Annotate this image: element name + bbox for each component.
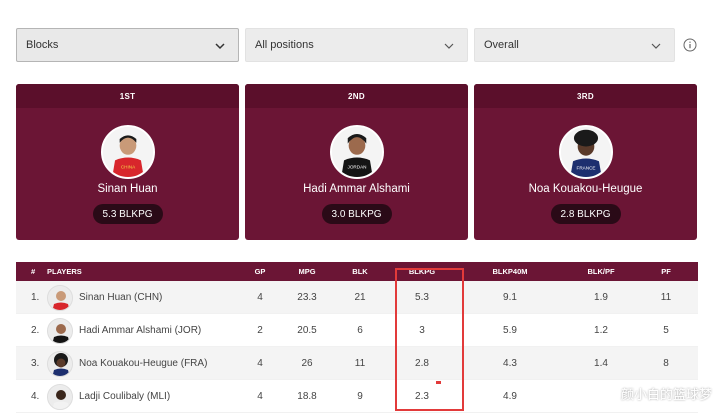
pf-cell: 8 [663,358,669,369]
mpg-cell: 18.8 [297,391,317,402]
col-rank: # [31,267,36,276]
position-select[interactable]: All positions [245,28,468,62]
col-mpg[interactable]: MPG [298,267,315,276]
svg-text:JORDAN: JORDAN [347,165,366,170]
blkpg-cell: 3 [419,325,425,336]
gp-cell: 4 [257,391,263,402]
svg-text:FRANCE: FRANCE [576,166,595,171]
svg-text:CHINA: CHINA [120,165,135,170]
avatar [47,384,73,410]
pf-cell: 5 [663,325,669,336]
blkp40m-cell: 4.3 [503,358,517,369]
scope-select-value: Overall [484,39,519,51]
chevron-down-icon [651,43,661,49]
scope-select[interactable]: Overall [474,28,675,62]
mpg-cell: 26 [301,358,313,369]
col-players[interactable]: PLAYERS [47,267,82,276]
stat-badge: 3.0 BLKPG [321,204,392,224]
col-blk[interactable]: BLK [352,267,367,276]
mpg-cell: 20.5 [297,325,317,336]
table-row[interactable]: 2. Hadi Ammar Alshami (JOR) 2 20.5 6 3 5… [16,314,698,347]
highlight-mark [436,381,441,384]
blkpf-cell: 1.9 [594,292,608,303]
stat-badge: 2.8 BLKPG [550,204,621,224]
col-blkpg[interactable]: BLKPG [409,267,435,276]
blkpg-cell: 5.3 [415,292,429,303]
table-row[interactable]: 3. Noa Kouakou-Heugue (FRA) 4 26 11 2.8 … [16,347,698,380]
rank-label: 3RD [474,84,697,108]
player-name: Sinan Huan [97,183,158,195]
blkp40m-cell: 5.9 [503,325,517,336]
player-link[interactable]: Sinan Huan (CHN) [79,292,162,303]
rank-cell: 3. [31,358,40,369]
col-gp[interactable]: GP [255,267,266,276]
player-name: Noa Kouakou-Heugue [528,183,643,195]
blkpg-cell: 2.3 [415,391,429,402]
blk-cell: 6 [357,325,363,336]
rank-label: 2ND [245,84,468,108]
player-link[interactable]: Ladji Coulibaly (MLI) [79,391,170,402]
avatar [47,285,73,311]
info-icon[interactable] [683,38,697,52]
rank-cell: 4. [31,391,40,402]
col-pf[interactable]: PF [661,267,671,276]
table-header: # PLAYERS GP MPG BLK BLKPG BLKP40M BLK/P… [16,262,698,281]
gp-cell: 4 [257,292,263,303]
stat-select[interactable]: Blocks [16,28,239,62]
gp-cell: 2 [257,325,263,336]
chevron-down-icon [215,43,225,50]
rank-cell: 1. [31,292,40,303]
watermark: 颜小白的篮球梦 [620,387,712,402]
pf-cell: 11 [660,292,672,303]
mpg-cell: 23.3 [297,292,317,303]
stats-table: # PLAYERS GP MPG BLK BLKPG BLKP40M BLK/P… [16,262,698,413]
col-blkp40m[interactable]: BLKP40M [492,267,527,276]
blkpf-cell: 1.4 [594,358,608,369]
player-name: Hadi Ammar Alshami [303,183,410,195]
player-link[interactable]: Hadi Ammar Alshami (JOR) [79,325,201,336]
blkp40m-cell: 4.9 [503,391,517,402]
rank-label: 1ST [16,84,239,108]
avatar: CHINA [100,125,155,179]
stat-select-value: Blocks [26,39,59,51]
col-blkpf[interactable]: BLK/PF [587,267,614,276]
podium-card-3rd[interactable]: 3RD FRANCE Noa Kouakou-Heugue 2.8 BLKPG [474,84,697,240]
stat-badge: 5.3 BLKPG [92,204,163,224]
blkp40m-cell: 9.1 [503,292,517,303]
filter-bar: Blocks All positions Overall [16,28,706,62]
blk-cell: 11 [354,358,366,369]
chevron-down-icon [444,43,454,49]
table-row[interactable]: 4. Ladji Coulibaly (MLI) 4 18.8 9 2.3 4.… [16,380,698,413]
blkpf-cell: 1.2 [594,325,608,336]
gp-cell: 4 [257,358,263,369]
player-link[interactable]: Noa Kouakou-Heugue (FRA) [79,358,207,369]
blkpg-cell: 2.8 [415,358,429,369]
avatar [47,351,73,377]
avatar [47,318,73,344]
table-row[interactable]: 1. Sinan Huan (CHN) 4 23.3 21 5.3 9.1 1.… [16,281,698,314]
podium-card-2nd[interactable]: 2ND JORDAN Hadi Ammar Alshami 3.0 BLKPG [245,84,468,240]
blk-cell: 9 [357,391,363,402]
avatar: JORDAN [329,125,384,179]
rank-cell: 2. [31,325,40,336]
position-select-value: All positions [255,39,314,51]
avatar: FRANCE [558,125,613,179]
podium-card-1st[interactable]: 1ST CHINA Sinan Huan 5.3 BLKPG [16,84,239,240]
blk-cell: 21 [354,292,366,303]
